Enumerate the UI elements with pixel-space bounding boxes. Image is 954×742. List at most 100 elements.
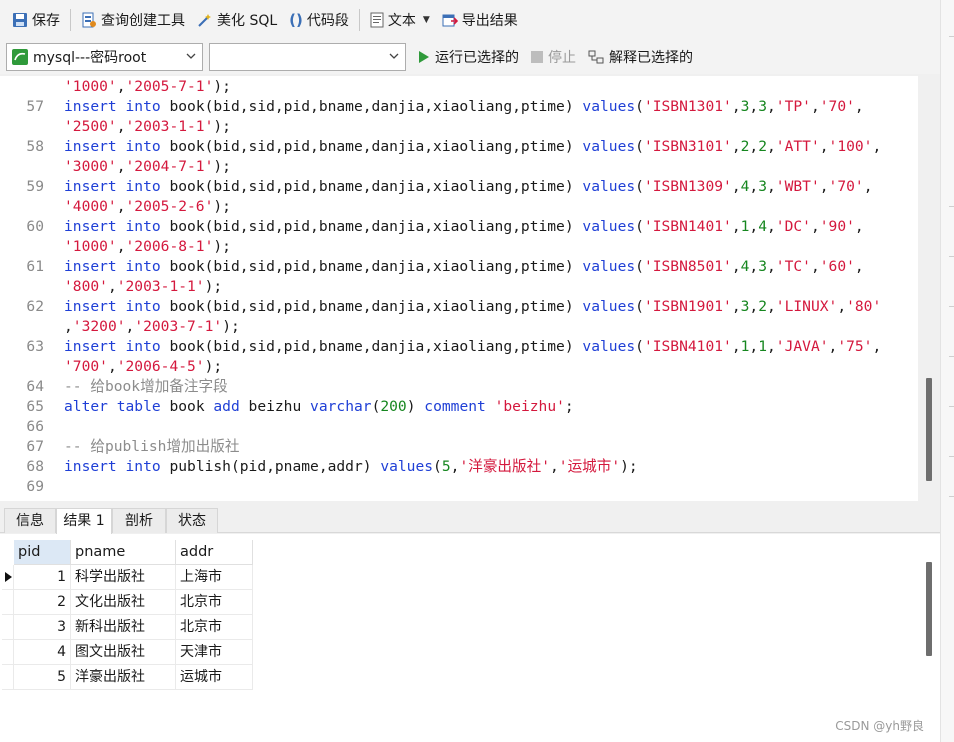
connection-select[interactable]: mysql---密码root <box>6 43 203 71</box>
code-line[interactable]: 67 -- 给publish增加出版社 <box>0 437 918 457</box>
explain-selected-label: 解释已选择的 <box>609 50 693 66</box>
code-line[interactable]: '1000','2005-7-1'); <box>0 77 918 97</box>
code-token: , <box>828 338 838 355</box>
panel-tick <box>949 256 954 257</box>
text-doc-icon <box>370 12 384 28</box>
code-token: '2006-4-5' <box>116 358 205 375</box>
grid-scrollbar[interactable] <box>926 562 932 656</box>
code-token: into <box>125 98 161 115</box>
code-line[interactable]: 64 -- 给book增加备注字段 <box>0 377 918 397</box>
code-line[interactable]: '1000','2006-8-1'); <box>0 237 918 257</box>
cell-pid[interactable]: 5 <box>14 665 71 690</box>
code-token: ); <box>213 198 231 215</box>
code-text: insert into book(bid,sid,pid,bname,danji… <box>64 177 872 197</box>
code-token: , <box>107 358 117 375</box>
code-token: 1 <box>758 338 767 355</box>
code-line[interactable]: 68 insert into publish(pid,pname,addr) va… <box>0 457 918 477</box>
cell-addr[interactable]: 运城市 <box>176 665 253 690</box>
code-line[interactable]: 58 insert into book(bid,sid,pid,bname,dan… <box>0 137 918 157</box>
database-select[interactable] <box>209 43 406 71</box>
query-builder-button[interactable]: 查询创建工具 <box>75 5 191 35</box>
sql-editor-window: 保存 查询创建工具 美化 SQL () 代码段 文本 ▼ 导出结果 mysql-… <box>0 0 954 742</box>
code-line[interactable]: ,'3200','2003-7-1'); <box>0 317 918 337</box>
column-header-pid[interactable]: pid <box>14 540 71 565</box>
code-token: '90' <box>819 218 855 235</box>
row-selector[interactable] <box>2 565 14 590</box>
code-token: ); <box>213 238 231 255</box>
cell-pid[interactable]: 3 <box>14 615 71 640</box>
editor-scrollbar[interactable] <box>926 378 932 481</box>
code-line[interactable]: '800','2003-1-1'); <box>0 277 918 297</box>
cell-pid[interactable]: 2 <box>14 590 71 615</box>
run-selected-button[interactable]: 运行已选择的 <box>412 43 525 71</box>
cell-addr[interactable]: 天津市 <box>176 640 253 665</box>
code-token: book(bid,sid,pid,bname,danjia,xiaoliang,… <box>160 218 583 235</box>
code-line[interactable]: '700','2006-4-5'); <box>0 357 918 377</box>
column-header-addr[interactable]: addr <box>176 540 253 565</box>
code-line[interactable]: 61 insert into book(bid,sid,pid,bname,dan… <box>0 257 918 277</box>
cell-pname[interactable]: 图文出版社 <box>71 640 176 665</box>
code-line[interactable]: 65 alter table book add beizhu varchar(20… <box>0 397 918 417</box>
cell-pname[interactable]: 洋豪出版社 <box>71 665 176 690</box>
row-selector[interactable] <box>2 615 14 640</box>
code-line[interactable]: '3000','2004-7-1'); <box>0 157 918 177</box>
export-result-button[interactable]: 导出结果 <box>436 5 524 35</box>
code-token: book(bid,sid,pid,bname,danjia,xiaoliang,… <box>160 138 583 155</box>
tab-profile[interactable]: 剖析 <box>112 508 166 533</box>
code-snippet-button[interactable]: () 代码段 <box>283 5 355 35</box>
cell-addr[interactable]: 上海市 <box>176 565 253 590</box>
tab-info[interactable]: 信息 <box>4 508 56 533</box>
cell-pname[interactable]: 科学出版社 <box>71 565 176 590</box>
result-grid[interactable]: pid pname addr 1 科学出版社 上海市 2 文化出版社 北京市 3 新科出版社北… <box>0 534 940 742</box>
row-selector[interactable] <box>2 590 14 615</box>
cell-addr[interactable]: 北京市 <box>176 590 253 615</box>
code-text: '3000','2004-7-1'); <box>64 157 231 177</box>
code-token: '洋豪出版社' <box>459 458 550 475</box>
code-line[interactable]: 62 insert into book(bid,sid,pid,bname,dan… <box>0 297 918 317</box>
cell-pname[interactable]: 文化出版社 <box>71 590 176 615</box>
cell-addr[interactable]: 北京市 <box>176 615 253 640</box>
stop-button[interactable]: 停止 <box>525 43 582 71</box>
cell-pid[interactable]: 1 <box>14 565 71 590</box>
code-token: 'ISBN1901' <box>643 298 732 315</box>
code-token: '2005-2-6' <box>125 198 214 215</box>
code-line[interactable]: 59 insert into book(bid,sid,pid,bname,dan… <box>0 177 918 197</box>
code-line[interactable]: '4000','2005-2-6'); <box>0 197 918 217</box>
column-header-pname[interactable]: pname <box>71 540 176 565</box>
code-token: 2 <box>758 138 767 155</box>
code-line[interactable]: 63 insert into book(bid,sid,pid,bname,dan… <box>0 337 918 357</box>
code-token: '100' <box>828 138 873 155</box>
code-token: 'ISBN1301' <box>643 98 732 115</box>
explain-selected-button[interactable]: 解释已选择的 <box>582 43 699 71</box>
sql-code-editor[interactable]: '1000','2005-7-1'); 57 insert into book(bi… <box>0 76 918 501</box>
save-button[interactable]: 保存 <box>6 5 66 35</box>
row-selector[interactable] <box>2 665 14 690</box>
code-line[interactable]: 57 insert into book(bid,sid,pid,bname,dan… <box>0 97 918 117</box>
tab-status[interactable]: 状态 <box>166 508 218 533</box>
line-number: 58 <box>26 138 44 155</box>
beautify-sql-button[interactable]: 美化 SQL <box>191 5 283 35</box>
code-token: ( <box>433 458 442 475</box>
code-token: into <box>125 298 161 315</box>
code-line[interactable]: '2500','2003-1-1'); <box>0 117 918 137</box>
code-line[interactable]: 66 <box>0 417 918 437</box>
cell-pname[interactable]: 新科出版社 <box>71 615 176 640</box>
row-selector[interactable] <box>2 640 14 665</box>
code-line[interactable]: 60 insert into book(bid,sid,pid,bname,dan… <box>0 217 918 237</box>
code-token: ; <box>564 398 574 415</box>
code-token: '2006-8-1' <box>125 238 214 255</box>
code-token: ); <box>213 78 231 95</box>
code-text: insert into book(bid,sid,pid,bname,danji… <box>64 97 864 117</box>
tab-result-1[interactable]: 结果 1 <box>56 508 112 534</box>
code-token: ( <box>635 298 644 315</box>
text-button[interactable]: 文本 ▼ <box>364 5 436 35</box>
line-number: 59 <box>26 178 44 195</box>
code-line[interactable]: 69 <box>0 477 918 497</box>
code-token: 'ISBN1309' <box>643 178 732 195</box>
play-icon <box>419 51 429 63</box>
cell-pid[interactable]: 4 <box>14 640 71 665</box>
export-icon <box>442 14 458 27</box>
